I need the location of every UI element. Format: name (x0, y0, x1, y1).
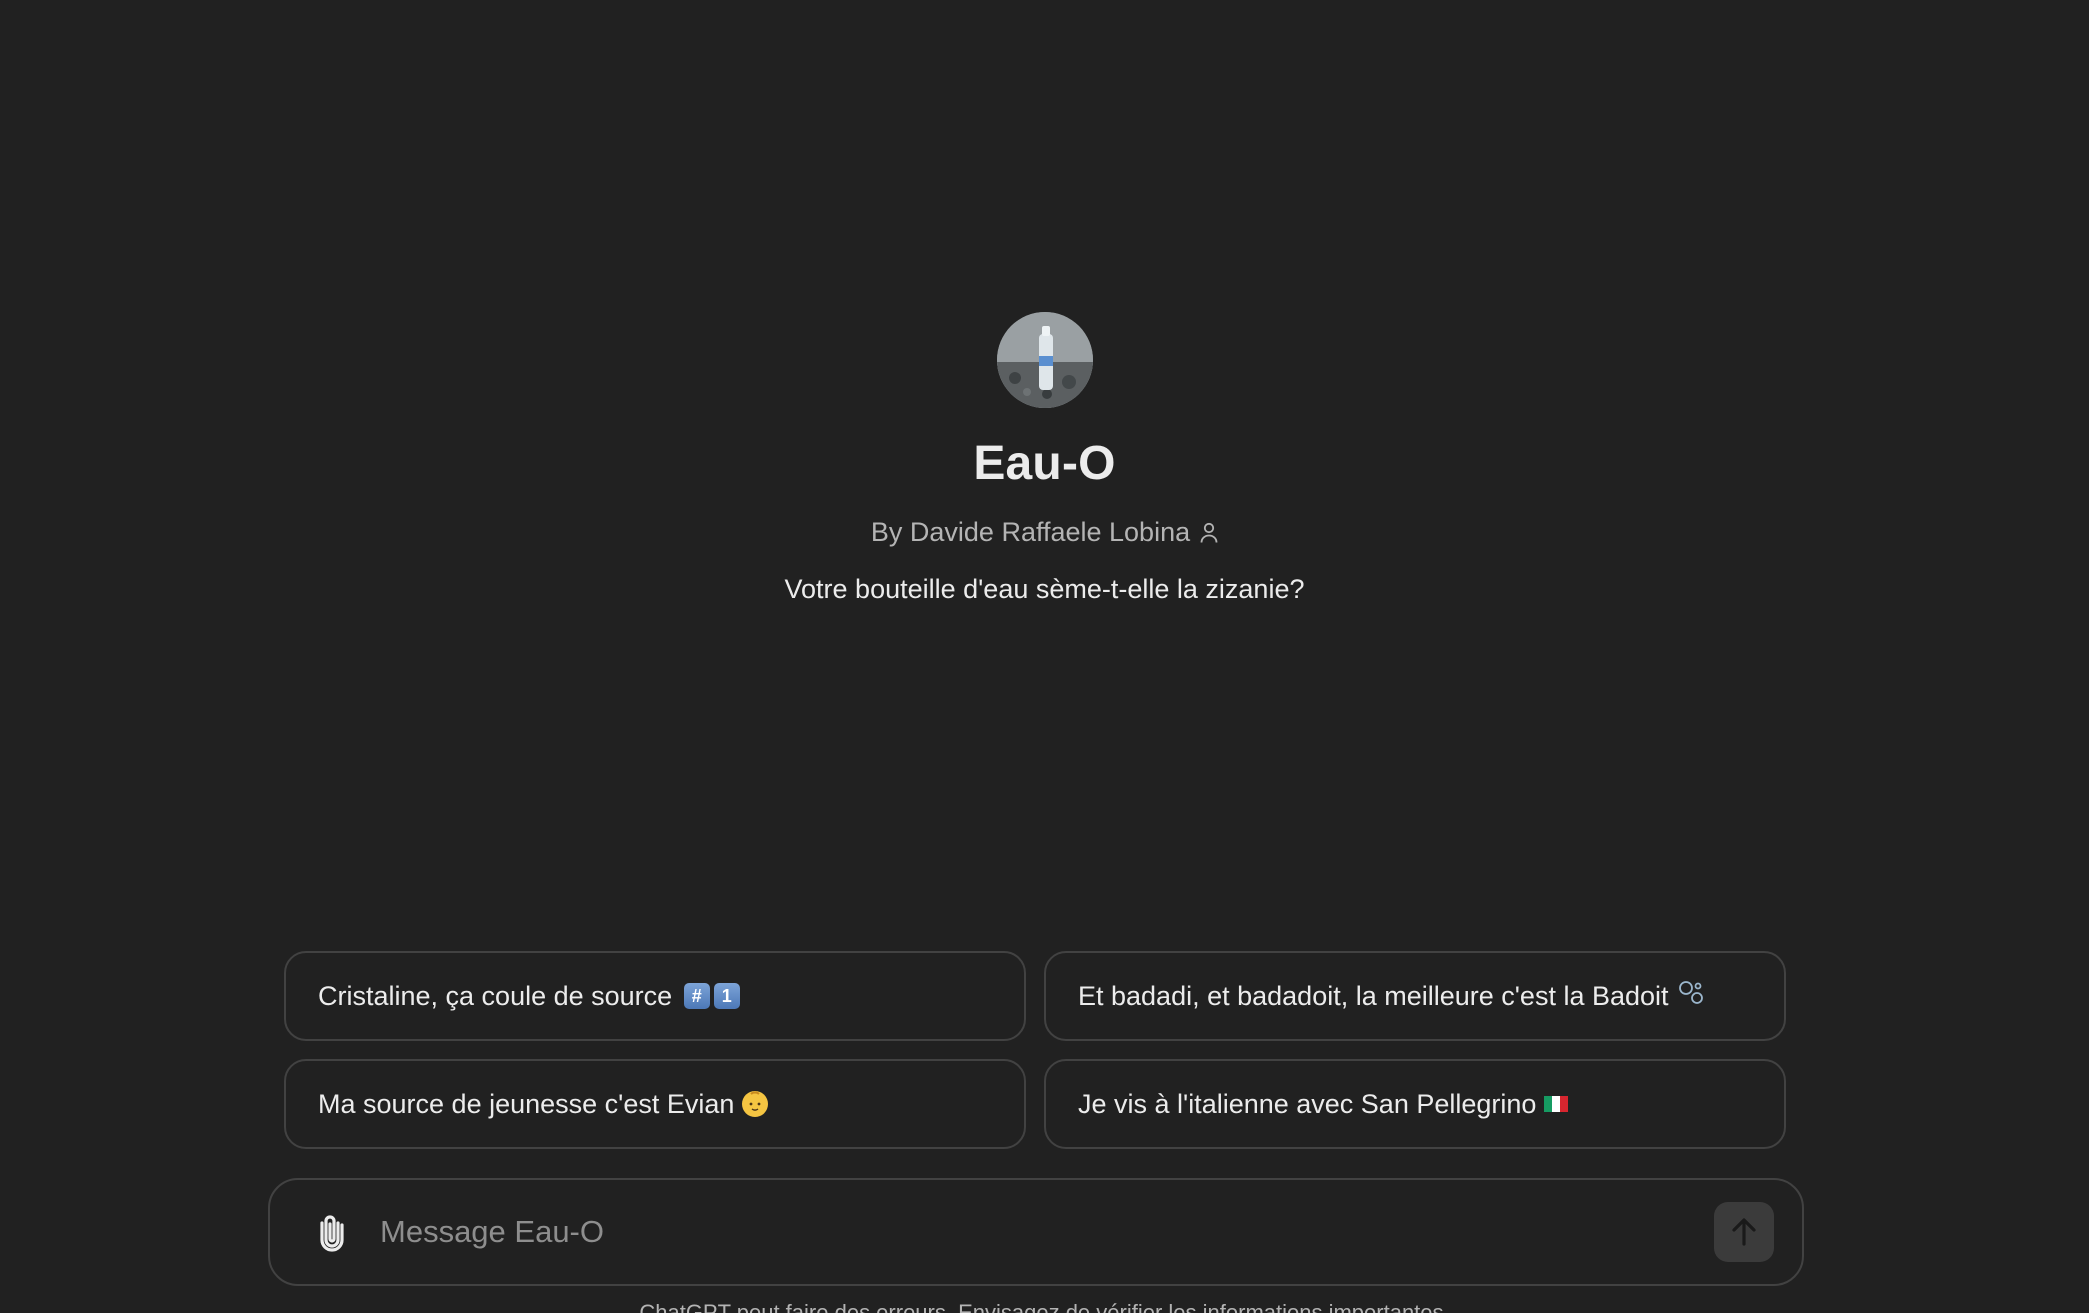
chat-page: Eau-O By Davide Raffaele Lobina Votre bo… (0, 0, 2089, 1313)
author-name: By Davide Raffaele Lobina (870, 517, 1191, 547)
starter-badoit[interactable]: Et badadi, et badadoit, la meilleure c'e… (1044, 951, 1786, 1041)
hash-keycap-icon: # (683, 983, 710, 1009)
starter-label: Ma source de jeunesse c'est Evian (318, 1088, 735, 1119)
conversation-starters: Cristaline, ça coule de source #1 Et bad… (284, 951, 1788, 1149)
bubbles-icon (1677, 979, 1705, 1014)
attach-button[interactable] (310, 1210, 354, 1254)
starter-cristaline[interactable]: Cristaline, ça coule de source #1 (284, 951, 1026, 1041)
disclaimer-footer: ChatGPT peut faire des erreurs. Envisage… (639, 1300, 1450, 1313)
message-composer (268, 1178, 1804, 1286)
message-input[interactable] (378, 1213, 1714, 1251)
starter-label: Cristaline, ça coule de source (318, 980, 673, 1011)
starter-evian[interactable]: Ma source de jeunesse c'est Evian (284, 1059, 1026, 1149)
arrow-up-icon (1732, 1218, 1756, 1246)
italy-flag-icon (1544, 1096, 1569, 1112)
water-bottle-image (996, 312, 1093, 408)
starter-san-pellegrino[interactable]: Je vis à l'italienne avec San Pellegrino (1044, 1059, 1786, 1149)
send-button[interactable] (1714, 1202, 1774, 1262)
paperclip-icon (320, 1215, 344, 1252)
baby-icon (742, 1091, 769, 1117)
starter-label: Je vis à l'italienne avec San Pellegrino (1078, 1088, 1537, 1119)
gpt-header: Eau-O By Davide Raffaele Lobina Votre bo… (0, 312, 2089, 605)
gpt-title: Eau-O (973, 437, 1116, 490)
gpt-avatar (996, 312, 1093, 408)
user-icon (1200, 522, 1218, 544)
one-keycap-icon: 1 (713, 983, 740, 1009)
starter-label: Et badadi, et badadoit, la meilleure c'e… (1078, 980, 1669, 1011)
author-byline: By Davide Raffaele Lobina (871, 517, 1218, 548)
gpt-description: Votre bouteille d'eau sème-t-elle la ziz… (784, 574, 1305, 604)
